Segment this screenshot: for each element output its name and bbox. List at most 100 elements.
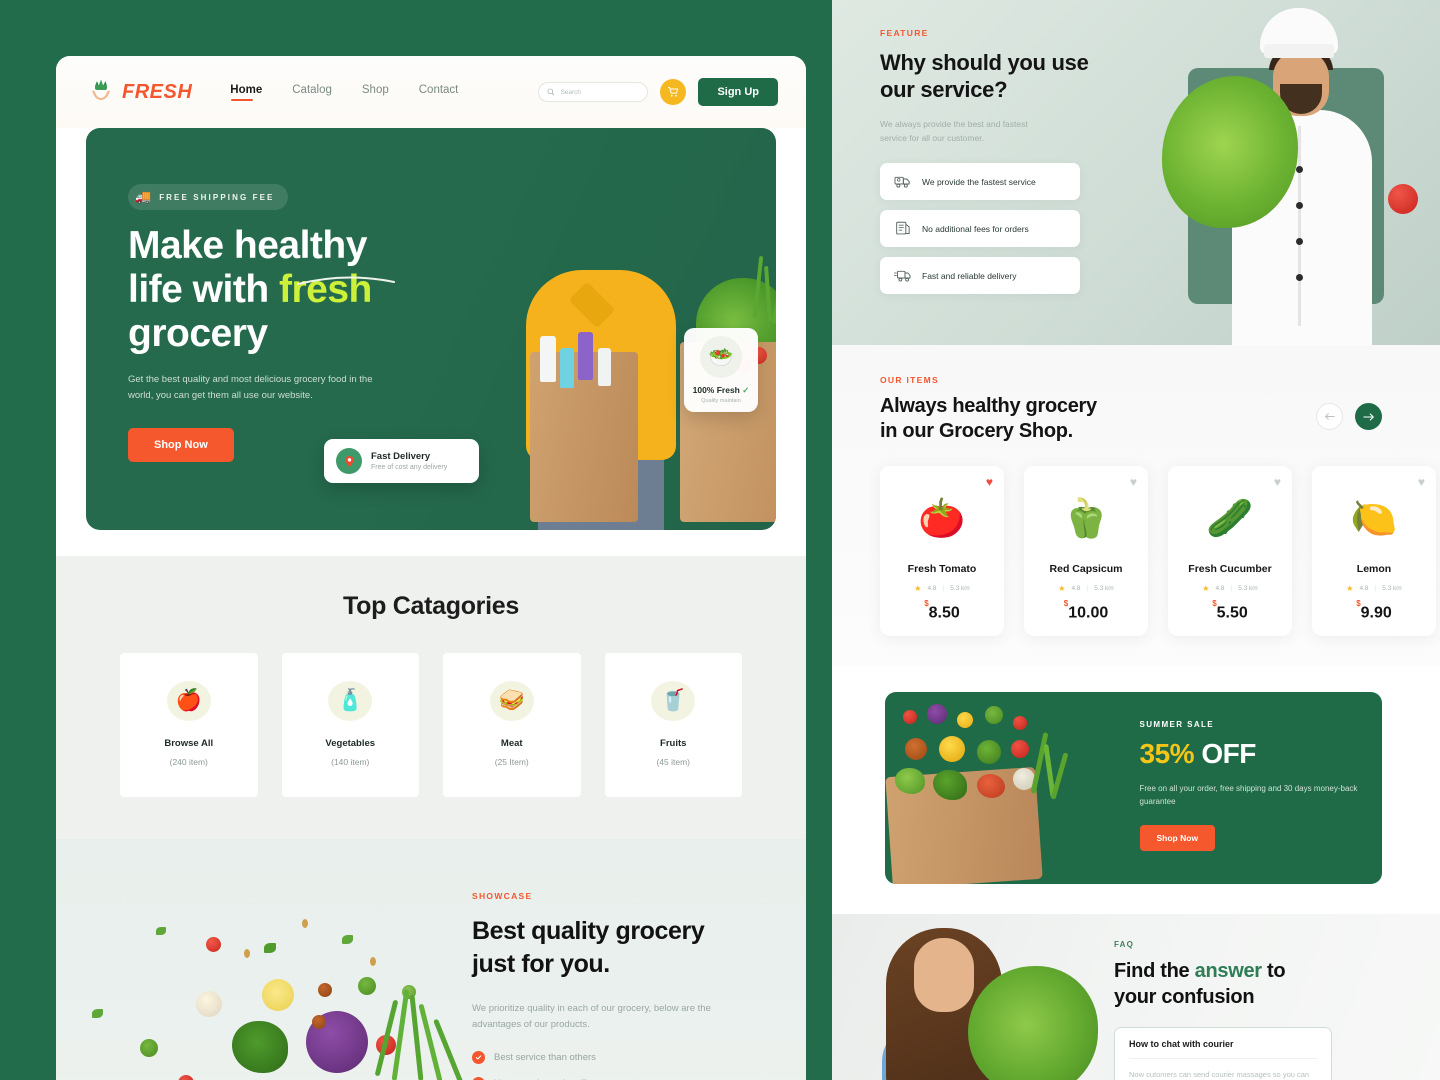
- product-image: 🥒: [1206, 498, 1254, 540]
- sale-shop-now-button[interactable]: Shop Now: [1139, 825, 1216, 852]
- faq-title-line2: your confusion: [1114, 986, 1255, 1009]
- product-card-fresh-cucumber[interactable]: ♥ 🥒 Fresh Cucumber ★ 4.8 | 5.3 km $5.50: [1168, 466, 1292, 637]
- greens-bunch: [968, 966, 1098, 1080]
- fast-delivery-badge: Fast Delivery Free of cost any delivery: [324, 439, 479, 483]
- categories-title: Top Catagories: [343, 592, 519, 620]
- items-title-line2: in our Grocery Shop.: [880, 420, 1073, 442]
- shopping-cart-icon[interactable]: [660, 79, 687, 105]
- feature-item-fastest-service[interactable]: We provide the fastest service: [880, 163, 1080, 200]
- sale-eyebrow: SUMMER SALE: [1139, 720, 1215, 730]
- floating-vegetables-image: [56, 839, 476, 1080]
- invoice-document-icon: [896, 221, 910, 235]
- juice-cup-emoji: 🥤: [651, 681, 696, 721]
- sale-copy: SUMMER SALE 35% OFF Free on all your ord…: [1134, 692, 1383, 884]
- faq-title-c: to: [1261, 960, 1286, 983]
- hero-shop-now-button[interactable]: Shop Now: [128, 428, 234, 462]
- fast-truck-icon: [894, 270, 911, 282]
- search-input[interactable]: Search: [538, 82, 649, 102]
- brand-logo[interactable]: FRESH: [86, 77, 192, 107]
- nav-links: Home Catalog Shop Contact: [230, 84, 459, 101]
- hero-title-line2a: life with: [128, 268, 279, 311]
- hero-subtitle: Get the best quality and most delicious …: [128, 374, 373, 401]
- product-card-lemon[interactable]: ♥ 🍋 Lemon ★ 4.8 | 5.3 km $9.90: [1312, 466, 1436, 637]
- carousel-arrows: [1316, 403, 1382, 430]
- brand-name: FRESH: [122, 80, 193, 103]
- arrow-right-icon[interactable]: [1355, 403, 1382, 430]
- nav-link-shop[interactable]: Shop: [362, 84, 389, 100]
- category-count: (25 Item): [494, 757, 529, 767]
- product-distance: 5.3 km: [1094, 585, 1114, 592]
- tomato: [1388, 184, 1418, 214]
- category-card-fruits[interactable]: 🥤 Fruits (45 item): [604, 653, 742, 797]
- nav-right-group: Search Sign Up: [538, 78, 778, 106]
- arrow-left-icon[interactable]: [1316, 403, 1343, 430]
- faq-eyebrow: FAQ: [1114, 940, 1135, 950]
- fresh-badge-title: 100% Fresh ✓: [692, 385, 750, 395]
- sale-headline: 35% OFF: [1140, 738, 1363, 770]
- location-pin-icon: [336, 448, 362, 474]
- currency-symbol: $: [1356, 599, 1361, 608]
- heart-icon-filled[interactable]: ♥: [986, 476, 993, 488]
- heart-icon-outline[interactable]: ♥: [1130, 476, 1137, 488]
- nav-link-contact[interactable]: Contact: [419, 84, 459, 100]
- meta-separator: |: [1230, 585, 1233, 592]
- showcase-title-line2: just for you.: [472, 950, 610, 978]
- sale-percent: 35%: [1139, 738, 1195, 770]
- sandwich-emoji: 🥪: [489, 681, 534, 721]
- woman-face: [914, 938, 974, 1013]
- hero-copy: 🚚 FREE SHIPPING FEE Make healthy life wi…: [128, 184, 428, 462]
- feature-section: FEATURE Why should you use our service? …: [832, 0, 1440, 345]
- showcase-title: Best quality grocery just for you.: [472, 915, 762, 981]
- showcase-copy: SHOWCASE Best quality grocery just for y…: [472, 891, 762, 1080]
- product-meta: ★ 4.8 | 5.3 km: [1024, 584, 1148, 593]
- category-name: Browse All: [164, 738, 214, 749]
- product-rating: 4.8: [1071, 585, 1081, 592]
- right-page-panel: FEATURE Why should you use our service? …: [832, 0, 1440, 1080]
- faq-title-highlight: answer: [1194, 960, 1262, 983]
- product-carousel: ♥ 🍅 Fresh Tomato ★ 4.8 | 5.3 km $8.50 ♥ …: [880, 466, 1440, 637]
- category-count: (140 item): [331, 757, 370, 767]
- feature-item-reliable-delivery[interactable]: Fast and reliable delivery: [880, 257, 1080, 294]
- items-title-line1: Always healthy grocery: [880, 395, 1097, 417]
- product-card-fresh-tomato[interactable]: ♥ 🍅 Fresh Tomato ★ 4.8 | 5.3 km $8.50: [880, 466, 1004, 637]
- nav-link-catalog[interactable]: Catalog: [292, 84, 332, 100]
- heart-icon-outline[interactable]: ♥: [1274, 476, 1281, 488]
- product-name: Fresh Tomato: [907, 563, 977, 575]
- category-card-meat[interactable]: 🥪 Meat (25 Item): [443, 653, 581, 797]
- sale-off-label: OFF: [1201, 738, 1256, 770]
- category-count: (240 item): [169, 757, 208, 767]
- category-count: (45 item): [656, 757, 691, 767]
- heart-icon-outline[interactable]: ♥: [1418, 476, 1425, 488]
- top-categories-section: Top Catagories 🍎 Browse All (240 item) 🧴…: [56, 556, 806, 839]
- showcase-title-line1: Best quality grocery: [472, 917, 705, 945]
- product-price: $10.00: [1063, 599, 1109, 622]
- category-name: Vegetables: [325, 738, 376, 749]
- check-icon: ✓: [742, 385, 750, 395]
- hands-holding-plant-icon: [86, 77, 116, 107]
- signup-button[interactable]: Sign Up: [698, 78, 778, 106]
- items-eyebrow: OUR ITEMS: [880, 375, 939, 385]
- category-card-browse-all[interactable]: 🍎 Browse All (240 item): [120, 653, 258, 797]
- items-title: Always healthy grocery in our Grocery Sh…: [880, 394, 1097, 444]
- hero-title-line3: grocery: [128, 312, 268, 355]
- product-meta: ★ 4.8 | 5.3 km: [1168, 584, 1292, 593]
- faq-accordion-item[interactable]: How to chat with courier Now cutomers ca…: [1114, 1027, 1332, 1080]
- chef-hat: [1260, 8, 1338, 58]
- nav-link-home[interactable]: Home: [230, 84, 262, 101]
- product-rating: 4.8: [927, 585, 937, 592]
- category-card-vegetables[interactable]: 🧴 Vegetables (140 item): [281, 653, 419, 797]
- faq-question: How to chat with courier: [1129, 1039, 1234, 1050]
- fresh-badge-subtitle: Quality maintain: [701, 398, 741, 404]
- fresh-quality-badge: 🥗 100% Fresh ✓ Quality maintain: [684, 328, 758, 412]
- categories-row: 🍎 Browse All (240 item) 🧴 Vegetables (14…: [56, 653, 806, 797]
- feature-item-label: We provide the fastest service: [922, 176, 1036, 187]
- product-price: $9.90: [1356, 599, 1392, 622]
- category-name: Fruits: [660, 738, 687, 749]
- feature-item-no-additional-fees[interactable]: No additional fees for orders: [880, 210, 1080, 247]
- product-image: 🍅: [918, 498, 966, 540]
- product-card-red-capsicum[interactable]: ♥ 🫑 Red Capsicum ★ 4.8 | 5.3 km $10.00: [1024, 466, 1148, 637]
- product-image: 🍋: [1350, 498, 1398, 540]
- star-icon: ★: [914, 584, 922, 593]
- meta-separator: |: [942, 585, 945, 592]
- product-distance: 5.3 km: [950, 585, 970, 592]
